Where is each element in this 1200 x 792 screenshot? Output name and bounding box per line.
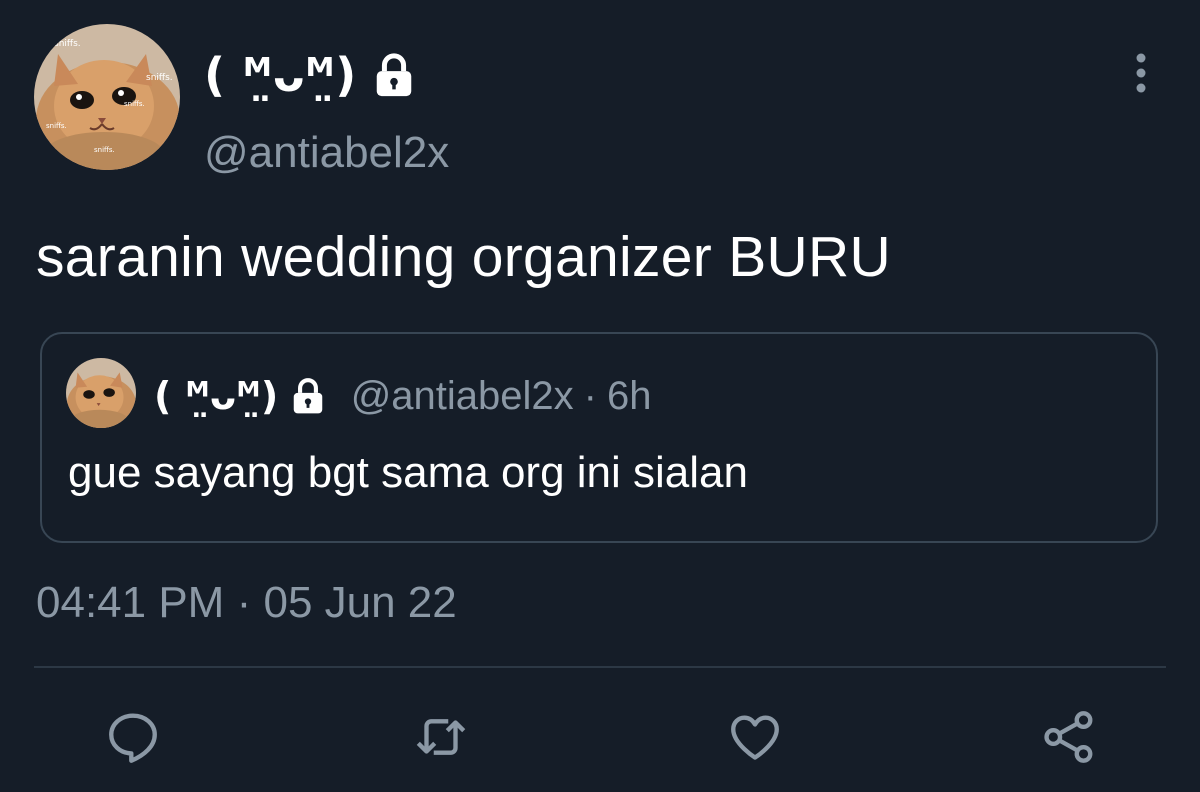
retweet-icon bbox=[416, 719, 466, 755]
author-avatar[interactable]: sniffs. sniffs. sniffs. sniffs. sniffs. bbox=[34, 24, 180, 170]
share-button[interactable] bbox=[1040, 708, 1098, 766]
avatar-caption-3: sniffs. bbox=[124, 100, 145, 108]
author-handle[interactable]: @antiabel2x bbox=[204, 128, 449, 178]
avatar-caption-1: sniffs. bbox=[54, 39, 81, 49]
divider bbox=[34, 666, 1166, 668]
cat-avatar-image bbox=[66, 358, 136, 428]
like-button[interactable] bbox=[726, 708, 784, 766]
quoted-author-handle: @antiabel2x bbox=[350, 373, 574, 418]
avatar-caption-4: sniffs. bbox=[46, 122, 67, 130]
author-name-row[interactable]: ( ᴹ̤ᴗᴹ̤) bbox=[204, 44, 417, 106]
reply-icon bbox=[109, 713, 157, 763]
tweet-date: 05 Jun 22 bbox=[263, 578, 457, 627]
tweet-timestamp[interactable]: 04:41 PM · 05 Jun 22 bbox=[36, 578, 457, 628]
avatar-caption-2: sniffs. bbox=[146, 73, 173, 83]
avatar-caption-5: sniffs. bbox=[94, 146, 115, 154]
tweet-detail: sniffs. sniffs. sniffs. sniffs. sniffs. … bbox=[0, 0, 1200, 792]
cat-avatar-image: sniffs. sniffs. sniffs. sniffs. sniffs. bbox=[34, 24, 180, 170]
more-options-icon[interactable] bbox=[1124, 50, 1158, 96]
share-icon bbox=[1044, 711, 1093, 763]
quoted-separator: · bbox=[583, 373, 597, 418]
reply-button[interactable] bbox=[104, 708, 162, 766]
author-display-name: ( ᴹ̤ᴗᴹ̤) bbox=[204, 48, 358, 102]
like-icon bbox=[731, 715, 779, 760]
lock-icon bbox=[293, 378, 322, 414]
tweet-text: saranin wedding organizer BURU bbox=[36, 225, 891, 289]
lock-icon bbox=[377, 53, 412, 97]
retweet-button[interactable] bbox=[412, 708, 470, 766]
quoted-tweet-text: gue sayang bgt sama org ini sialan bbox=[68, 448, 748, 497]
quoted-tweet-header: ( ᴹ̤ᴗᴹ̤) @antiabel2x · 6h bbox=[154, 368, 651, 424]
quoted-author-display-name: ( ᴹ̤ᴗᴹ̤) bbox=[154, 374, 279, 418]
quoted-tweet-card[interactable]: ( ᴹ̤ᴗᴹ̤) @antiabel2x · 6h gue sayang bgt… bbox=[40, 332, 1158, 543]
quoted-relative-time: 6h bbox=[606, 373, 652, 418]
quoted-author-avatar bbox=[66, 358, 136, 428]
tweet-time: 04:41 PM bbox=[36, 578, 225, 627]
timestamp-separator: · bbox=[236, 578, 252, 627]
